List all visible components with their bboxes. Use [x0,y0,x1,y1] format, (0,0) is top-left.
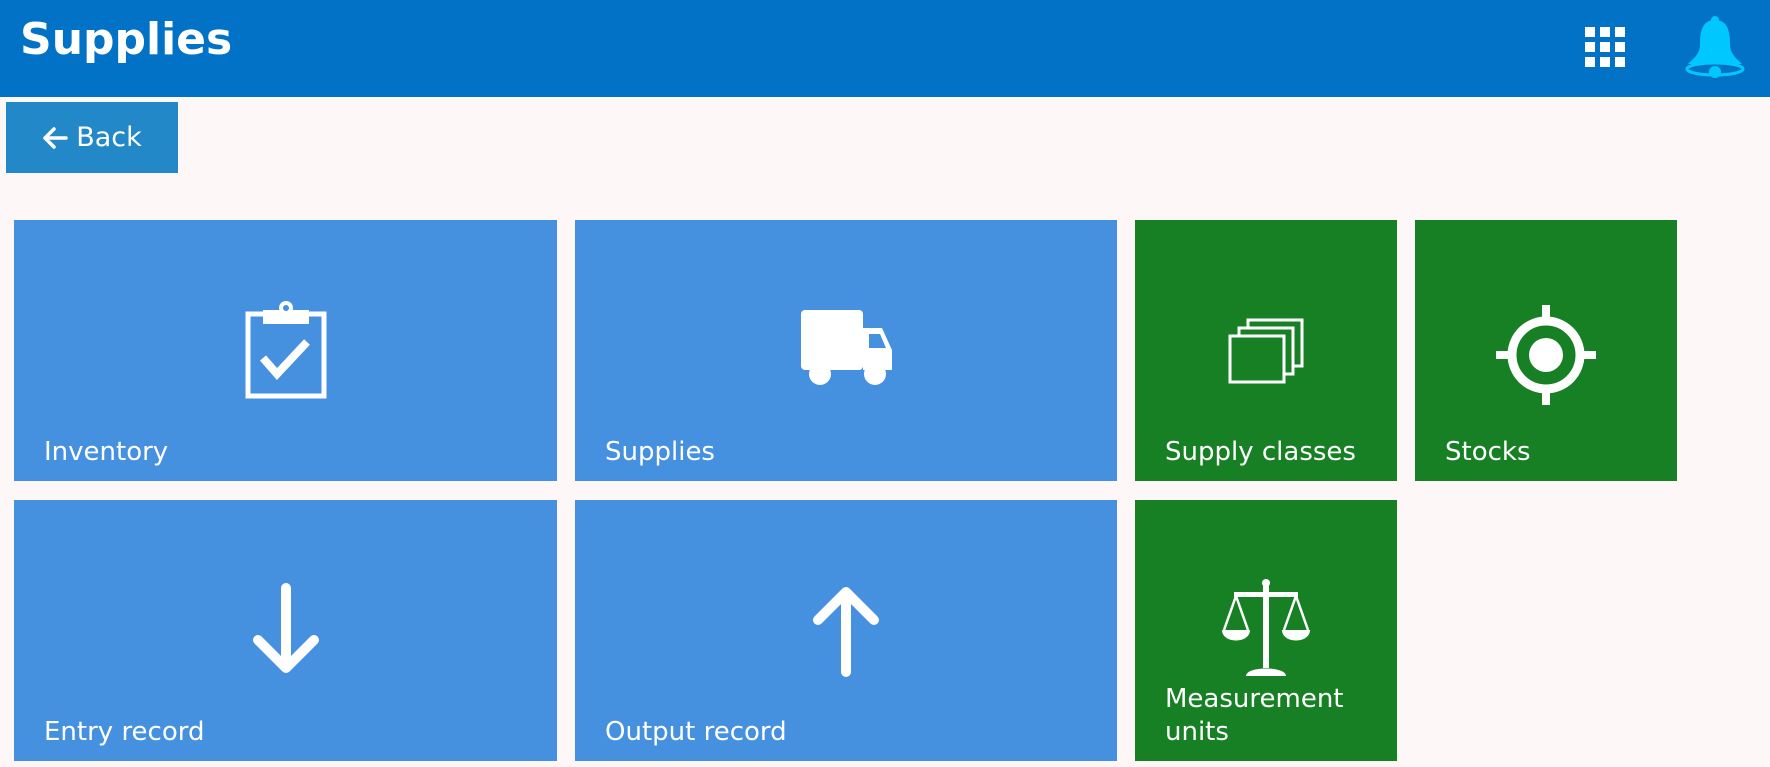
tile-label: Supplies [605,437,715,467]
tile-inventory[interactable]: Inventory [14,220,557,481]
tile-label: Supply classes [1165,437,1356,467]
tile-supply-classes[interactable]: Supply classes [1135,220,1397,481]
app-header: Supplies [0,0,1770,97]
stacked-cards-icon [1228,318,1304,384]
arrow-up-icon [813,587,879,677]
tile-entry-record[interactable]: Entry record [14,500,557,761]
target-icon [1496,305,1596,405]
tile-label: Measurement units [1165,684,1344,747]
apps-grid-icon[interactable] [1585,27,1627,69]
clipboard-check-icon [245,301,326,399]
tile-label: Output record [605,717,787,747]
truck-icon [801,310,892,385]
tile-stocks[interactable]: Stocks [1415,220,1677,481]
arrow-down-icon [252,583,319,673]
back-label: Back [76,122,142,153]
bell-icon[interactable] [1684,14,1746,78]
page-title: Supplies [20,14,233,65]
tile-label: Inventory [44,437,169,467]
arrow-left-icon [43,126,68,149]
back-button[interactable]: Back [6,102,178,173]
tile-label: Entry record [44,717,205,747]
tile-measurement-units[interactable]: Measurement units [1135,500,1397,761]
scale-icon [1222,579,1310,676]
tile-output-record[interactable]: Output record [575,500,1117,761]
tile-supplies[interactable]: Supplies [575,220,1117,481]
tile-label: Stocks [1445,437,1531,467]
